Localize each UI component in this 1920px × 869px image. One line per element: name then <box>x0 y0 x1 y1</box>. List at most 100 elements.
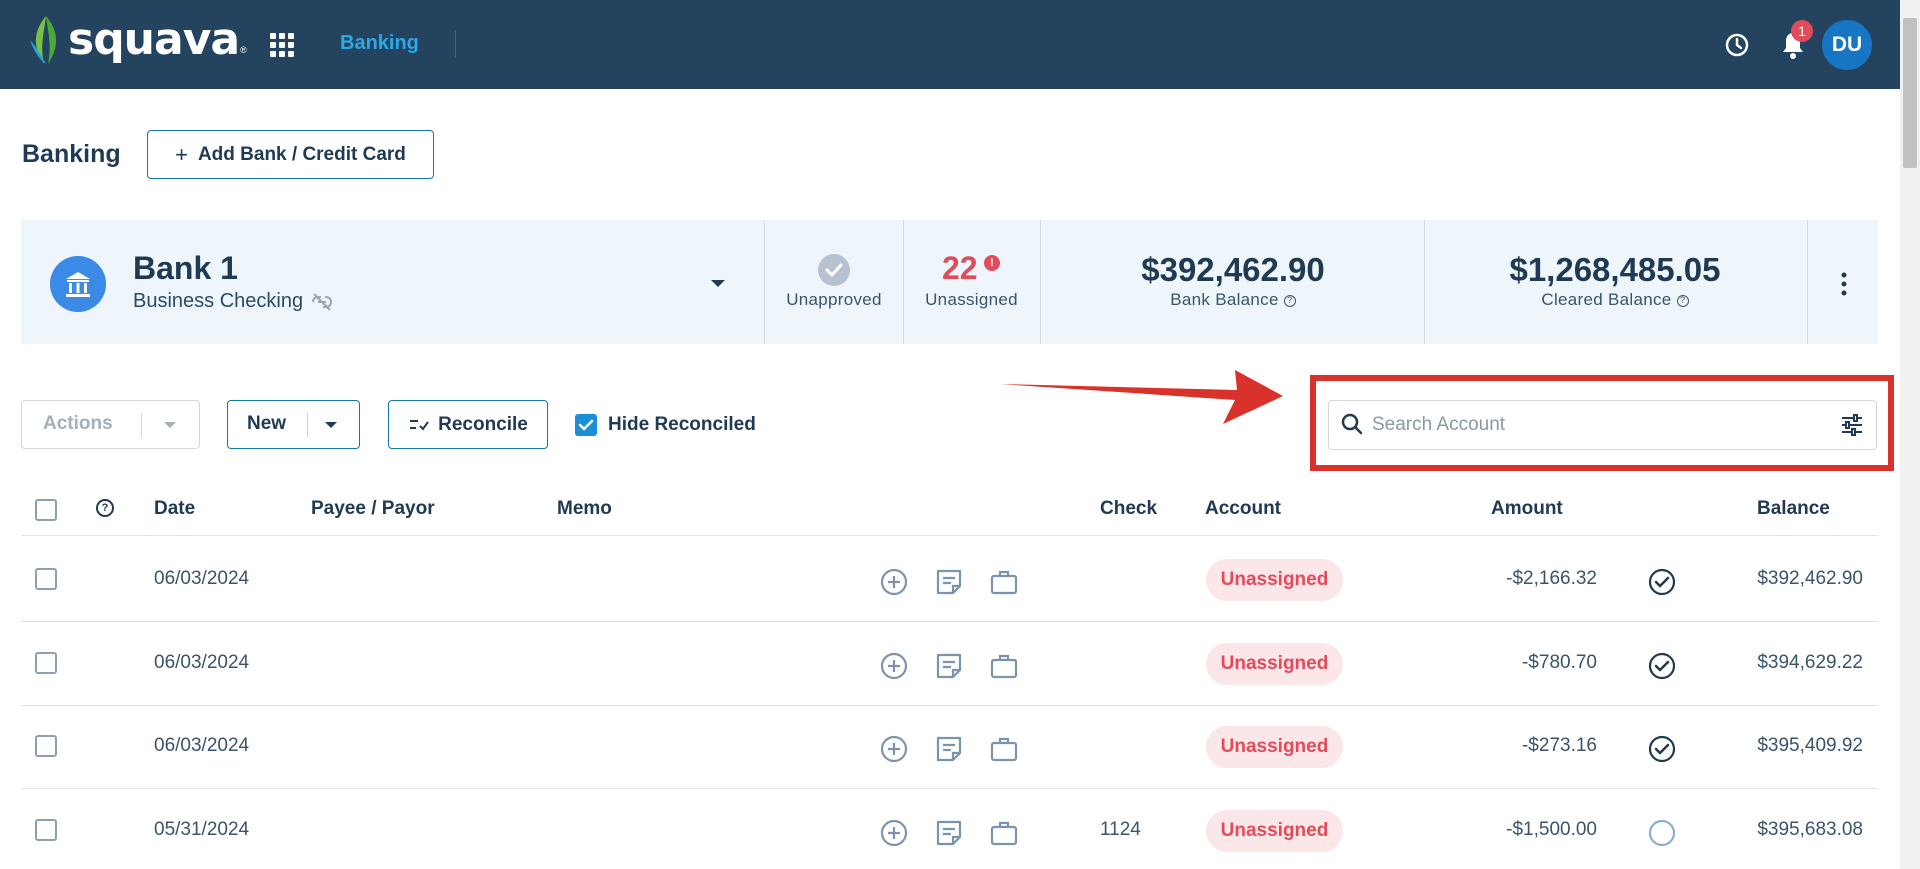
reconcile-button[interactable]: Reconcile <box>388 400 548 449</box>
account-status-badge[interactable]: Unassigned <box>1206 726 1343 768</box>
row-date: 05/31/2024 <box>154 819 250 840</box>
card-divider <box>1807 220 1808 344</box>
nav-divider <box>455 30 456 58</box>
help-icon[interactable]: ? <box>1676 294 1689 307</box>
row-date: 06/03/2024 <box>154 652 250 673</box>
note-icon[interactable] <box>935 568 963 596</box>
bank-select-chevron-down-icon[interactable] <box>711 280 725 287</box>
scrollbar-thumb[interactable] <box>1903 18 1917 168</box>
bank-balance-value: $392,462.90 <box>1141 251 1325 288</box>
add-circle-icon[interactable] <box>880 735 908 763</box>
select-all-checkbox[interactable] <box>35 499 57 521</box>
new-label: New <box>247 413 287 434</box>
hide-reconciled-label[interactable]: Hide Reconciled <box>608 414 756 436</box>
row-date: 06/03/2024 <box>154 735 250 756</box>
bank-name[interactable]: Bank 1 <box>133 250 238 287</box>
bank-building-icon <box>50 256 106 312</box>
row-balance: $395,683.08 <box>1757 819 1863 840</box>
page-title: Banking <box>22 140 121 168</box>
row-checkbox[interactable] <box>35 819 57 841</box>
row-date: 06/03/2024 <box>154 568 250 589</box>
unreconciled-circle-icon[interactable] <box>1648 819 1676 847</box>
logo-text: squava <box>68 14 240 65</box>
actions-label: Actions <box>43 413 113 434</box>
bank-type: Business Checking <box>133 290 335 313</box>
plus-icon: + <box>175 141 188 167</box>
search-account-input[interactable] <box>1372 403 1832 447</box>
reconciled-check-icon[interactable] <box>1648 735 1676 763</box>
apps-grid-icon[interactable] <box>270 33 294 57</box>
column-header-account[interactable]: Account <box>1205 498 1281 520</box>
help-icon[interactable]: ? <box>96 499 114 517</box>
row-balance: $392,462.90 <box>1757 568 1863 589</box>
note-icon[interactable] <box>935 735 963 763</box>
row-checkbox[interactable] <box>35 568 57 590</box>
unapproved-label: Unapproved <box>786 290 882 309</box>
row-amount: -$2,166.32 <box>1506 568 1597 589</box>
row-amount: -$780.70 <box>1521 652 1597 673</box>
more-options-icon[interactable] <box>1841 272 1847 296</box>
row-checkbox[interactable] <box>35 652 57 674</box>
add-circle-icon[interactable] <box>880 819 908 847</box>
bank-type-label: Business Checking <box>133 290 304 312</box>
reconcile-label: Reconcile <box>438 413 528 435</box>
briefcase-icon[interactable] <box>990 819 1018 847</box>
row-balance: $395,409.92 <box>1757 735 1863 756</box>
column-header-check[interactable]: Check <box>1100 498 1157 520</box>
card-divider <box>764 220 765 344</box>
hide-reconciled-checkbox[interactable] <box>575 414 597 436</box>
logo-registered-mark: ® <box>240 45 247 55</box>
leaf-logo-icon <box>30 16 57 64</box>
account-status-badge[interactable]: Unassigned <box>1206 643 1343 685</box>
red-annotation-arrow-icon <box>1000 370 1283 424</box>
column-header-payee[interactable]: Payee / Payor <box>311 498 435 520</box>
header-divider <box>21 535 1878 536</box>
help-icon[interactable]: ? <box>1283 294 1296 307</box>
reconcile-icon <box>410 419 429 431</box>
row-amount: -$273.16 <box>1521 735 1597 756</box>
add-circle-icon[interactable] <box>880 568 908 596</box>
row-balance: $394,629.22 <box>1757 652 1863 673</box>
notification-badge[interactable]: 1 <box>1791 20 1813 42</box>
filter-sliders-icon[interactable] <box>1840 413 1864 437</box>
row-amount: -$1,500.00 <box>1506 819 1597 840</box>
button-separator <box>307 413 308 437</box>
row-checkbox[interactable] <box>35 735 57 757</box>
account-status-badge[interactable]: Unassigned <box>1206 559 1343 601</box>
column-header-amount[interactable]: Amount <box>1491 498 1563 520</box>
clock-icon[interactable] <box>1724 32 1750 58</box>
unlinked-icon <box>312 292 333 311</box>
button-separator <box>141 413 142 437</box>
briefcase-icon[interactable] <box>990 735 1018 763</box>
reconciled-check-icon[interactable] <box>1648 652 1676 680</box>
row-divider <box>21 788 1878 789</box>
row-check-number: 1124 <box>1100 819 1141 840</box>
add-circle-icon[interactable] <box>880 652 908 680</box>
cleared-balance-label: Cleared Balance ? <box>1432 290 1798 310</box>
unassigned-label: Unassigned <box>925 290 1018 309</box>
row-divider <box>21 621 1878 622</box>
column-header-memo[interactable]: Memo <box>557 498 612 520</box>
column-header-balance[interactable]: Balance <box>1757 498 1830 520</box>
squava-logo[interactable]: squava ® <box>28 14 247 66</box>
add-bank-label: Add Bank / Credit Card <box>197 143 406 165</box>
account-status-badge[interactable]: Unassigned <box>1206 810 1343 852</box>
cleared-balance-value: $1,268,485.05 <box>1509 251 1721 288</box>
column-header-date[interactable]: Date <box>154 498 195 520</box>
chevron-down-icon <box>164 422 176 428</box>
card-divider <box>903 220 904 344</box>
add-bank-button[interactable]: + Add Bank / Credit Card <box>147 130 434 179</box>
reconciled-check-icon[interactable] <box>1648 568 1676 596</box>
nav-item-banking[interactable]: Banking <box>340 32 419 55</box>
chevron-down-icon[interactable] <box>325 422 337 428</box>
unassigned-count[interactable]: 22 <box>942 250 978 287</box>
briefcase-icon[interactable] <box>990 568 1018 596</box>
note-icon[interactable] <box>935 819 963 847</box>
briefcase-icon[interactable] <box>990 652 1018 680</box>
note-icon[interactable] <box>935 652 963 680</box>
row-divider <box>21 705 1878 706</box>
alert-icon: ! <box>984 255 1000 271</box>
card-divider <box>1040 220 1041 344</box>
unapproved-check-icon[interactable] <box>818 254 850 286</box>
user-avatar[interactable]: DU <box>1822 20 1872 70</box>
